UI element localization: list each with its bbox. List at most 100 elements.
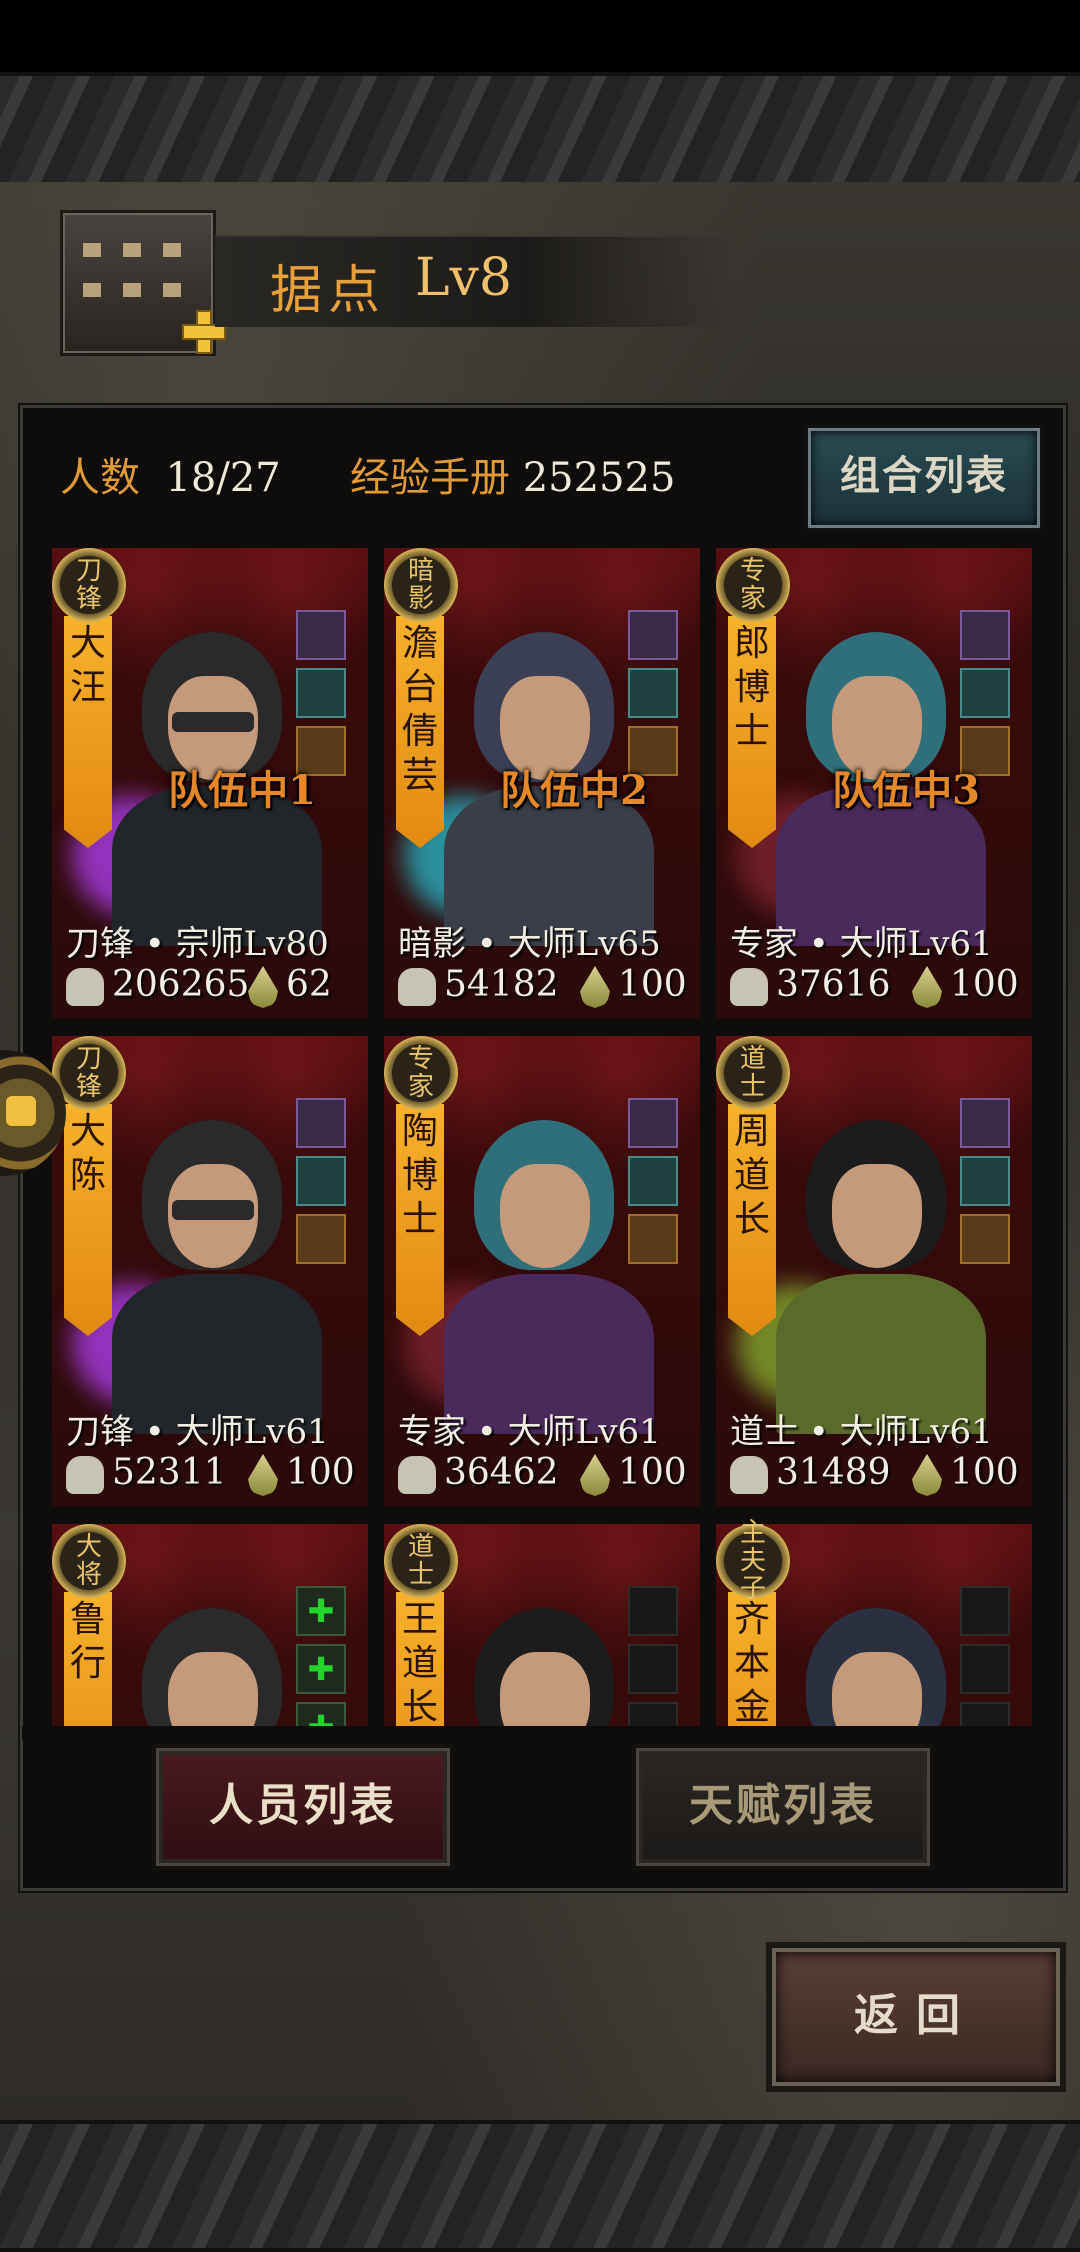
combat-power: 52311 — [112, 1452, 227, 1493]
equipment-slot[interactable] — [296, 1156, 346, 1206]
character-name: 周道长 — [733, 1111, 770, 1240]
combat-power: 31489 — [776, 1452, 891, 1493]
equipment-slot[interactable] — [960, 1156, 1010, 1206]
name-banner: 陶博士 — [396, 1104, 444, 1336]
equipment-slot[interactable] — [960, 1098, 1010, 1148]
role-label: 专家 — [407, 1044, 434, 1102]
name-banner: 澹台倩芸 — [396, 616, 444, 848]
equipment-slot[interactable] — [628, 1098, 678, 1148]
personnel-list-tab[interactable]: 人员列表 — [156, 1748, 450, 1866]
bottom-frieze — [0, 2120, 1080, 2252]
name-banner: 郎博士 — [728, 616, 776, 848]
rank-level: 专家 • 大师Lv61 — [398, 1412, 661, 1452]
fist-icon — [66, 968, 104, 1006]
rank-level: 刀锋 • 宗师Lv80 — [66, 924, 329, 964]
character-name: 王道长 — [401, 1599, 438, 1726]
role-label: 刀锋 — [75, 1044, 102, 1102]
role-label: 主夫子 — [739, 1518, 766, 1604]
character-card[interactable]: 郎博士 专家 队伍中3 专家 • 大师Lv61 37616 100 — [716, 548, 1032, 1018]
equipment-slot[interactable] — [960, 610, 1010, 660]
role-badge: 大将 — [52, 1524, 126, 1598]
rank-level: 专家 • 大师Lv61 — [730, 924, 993, 964]
equipment-slot[interactable] — [296, 1098, 346, 1148]
fist-icon — [398, 1456, 436, 1494]
character-card[interactable]: 周道长 道士道士 • 大师Lv61 31489 100 — [716, 1036, 1032, 1506]
role-badge: 专家 — [384, 1036, 458, 1110]
role-label: 道士 — [407, 1532, 434, 1590]
name-banner: 齐本金 — [728, 1592, 776, 1726]
team-status: 队伍中3 — [832, 767, 980, 814]
name-banner: 王道长 — [396, 1592, 444, 1726]
role-badge: 主夫子 — [716, 1519, 790, 1603]
base-title: 据点 — [270, 261, 387, 321]
equipment-slot[interactable] — [628, 1586, 678, 1636]
role-label: 专家 — [739, 556, 766, 614]
character-name: 澹台倩芸 — [401, 623, 438, 796]
role-badge: 道士 — [384, 1524, 458, 1598]
role-badge: 道士 — [716, 1036, 790, 1110]
equipment-slot[interactable] — [628, 1156, 678, 1206]
equipment-slot[interactable] — [960, 1702, 1010, 1726]
character-card[interactable]: 澹台倩芸 暗影 队伍中2 暗影 • 大师Lv65 54182 100 — [384, 548, 700, 1018]
equipment-slot[interactable] — [628, 1214, 678, 1264]
equipment-slot[interactable] — [628, 610, 678, 660]
combat-power: 36462 — [444, 1452, 559, 1493]
character-name: 齐本金 — [733, 1599, 770, 1726]
exp-value: 252525 — [522, 455, 676, 501]
equipment-slot[interactable] — [960, 1586, 1010, 1636]
equipment-slot[interactable] — [296, 610, 346, 660]
equipment-slot[interactable] — [296, 1702, 346, 1726]
role-badge: 暗影 — [384, 548, 458, 622]
character-card[interactable]: 鲁行 大将 — [52, 1524, 368, 1726]
equipment-slot[interactable] — [296, 668, 346, 718]
talent-list-tab[interactable]: 天赋列表 — [636, 1748, 930, 1866]
role-label: 道士 — [739, 1044, 766, 1102]
top-bar — [0, 0, 1080, 72]
character-name: 陶博士 — [401, 1111, 438, 1240]
fist-icon — [398, 968, 436, 1006]
equipment-slot[interactable] — [960, 1214, 1010, 1264]
team-status: 队伍中1 — [168, 767, 316, 814]
grid-divider — [22, 1726, 1058, 1740]
stamina-value: 100 — [950, 1452, 1019, 1493]
equipment-slot[interactable] — [628, 668, 678, 718]
top-frieze — [0, 72, 1080, 190]
role-badge: 刀锋 — [52, 548, 126, 622]
equipment-slot[interactable] — [296, 1214, 346, 1264]
character-card[interactable]: 大陈 刀锋 刀锋 • 大师Lv61 52311 100 — [52, 1036, 368, 1506]
exp-label: 经验手册 — [350, 455, 510, 501]
role-badge: 专家 — [716, 548, 790, 622]
fist-icon — [66, 1456, 104, 1494]
base-level: Lv8 — [415, 248, 512, 308]
rank-level: 刀锋 • 大师Lv61 — [66, 1412, 329, 1452]
fist-icon — [730, 1456, 768, 1494]
stamina-value: 100 — [618, 964, 687, 1005]
combat-power: 54182 — [444, 964, 559, 1005]
equipment-slot[interactable] — [296, 1586, 346, 1636]
equipment-slot[interactable] — [960, 668, 1010, 718]
equipment-slot[interactable] — [960, 1644, 1010, 1694]
combat-power: 206265 — [112, 964, 250, 1005]
role-label: 大将 — [75, 1532, 102, 1590]
name-banner: 大汪 — [64, 616, 112, 848]
character-card[interactable]: 王道长 道士 — [384, 1524, 700, 1726]
character-grid[interactable]: 大汪 刀锋 队伍中1 刀锋 • 宗师Lv80 206265 62 澹台倩芸 暗影 队伍中2 暗影 … — [52, 548, 1036, 1726]
equipment-slot[interactable] — [296, 1644, 346, 1694]
rank-level: 暗影 • 大师Lv65 — [398, 924, 661, 964]
members-stat: 人数 18/27 — [60, 445, 281, 503]
character-name: 鲁行 — [69, 1599, 106, 1684]
rank-level: 道士 • 大师Lv61 — [730, 1412, 993, 1452]
character-card[interactable]: 大汪 刀锋 队伍中1 刀锋 • 宗师Lv80 206265 62 — [52, 548, 368, 1018]
character-card[interactable]: 陶博士 专家专家 • 大师Lv61 36462 100 — [384, 1036, 700, 1506]
stamina-value: 100 — [950, 964, 1019, 1005]
character-card[interactable]: 齐本金 主夫子 — [716, 1519, 1032, 1726]
character-name: 大陈 — [69, 1111, 106, 1196]
stamina-value: 100 — [618, 1452, 687, 1493]
character-name: 郎博士 — [733, 623, 770, 752]
equipment-slot[interactable] — [628, 1702, 678, 1726]
character-name: 大汪 — [69, 623, 106, 708]
combo-list-button[interactable]: 组合列表 — [808, 428, 1040, 528]
members-value: 18/27 — [165, 455, 281, 501]
equipment-slot[interactable] — [628, 1644, 678, 1694]
back-button[interactable]: 返回 — [772, 1948, 1060, 2086]
